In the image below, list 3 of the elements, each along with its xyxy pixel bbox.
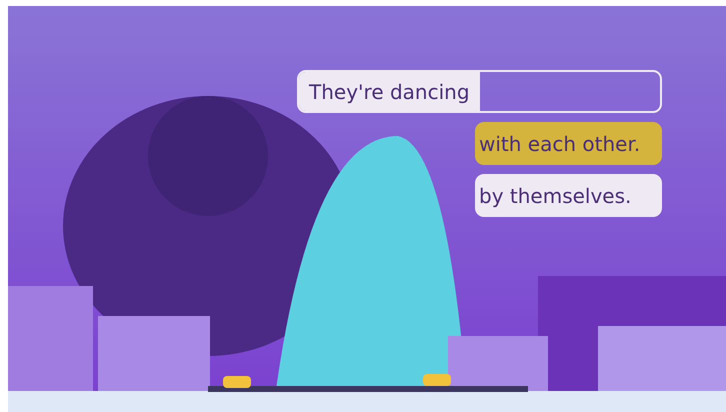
sentence-text: They're dancing	[299, 72, 480, 111]
answer-option[interactable]: with each other.	[475, 122, 662, 165]
answer-option[interactable]: by themselves.	[475, 174, 662, 217]
